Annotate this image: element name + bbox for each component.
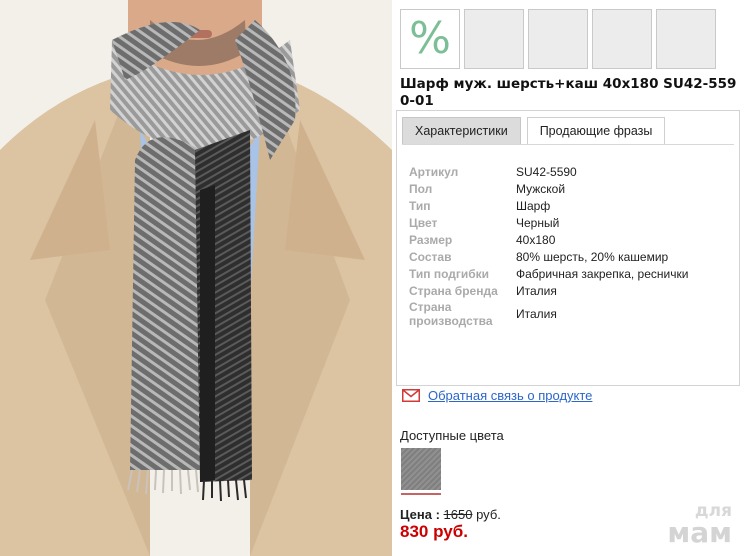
spec-label: Размер (409, 232, 453, 247)
product-photo[interactable] (0, 0, 392, 556)
thumbnail-3[interactable] (528, 9, 588, 69)
spec-value: Италия (516, 283, 557, 298)
watermark-logo: для мам (667, 501, 732, 549)
spec-value: Черный (516, 215, 560, 230)
spec-label: Состав (409, 249, 452, 264)
selected-swatch-underline (401, 493, 441, 495)
spec-row-composition: Состав 80% шерсть, 20% кашемир (409, 248, 733, 265)
spec-row-color: Цвет Черный (409, 214, 733, 231)
thumbnail-2[interactable] (464, 9, 524, 69)
spec-value: 40x180 (516, 232, 556, 247)
spec-label: Пол (409, 181, 433, 196)
tab-characteristics[interactable]: Характеристики (402, 117, 521, 145)
scarf-model-image (0, 0, 392, 556)
specs-table: Артикул SU42-5590 Пол Мужской Тип Шарф Ц… (409, 163, 733, 329)
spec-row-size: Размер 40x180 (409, 231, 733, 248)
thumbnail-4[interactable] (592, 9, 652, 69)
spec-label: Страна производства (409, 300, 493, 328)
spec-row-hem-type: Тип подгибки Фабричная закрепка, ресничк… (409, 265, 733, 282)
product-title: Шарф муж. шерсть+каш 40x180 SU42-5590-01 (400, 76, 737, 109)
spec-label: Артикул (409, 164, 459, 179)
spec-value: 80% шерсть, 20% кашемир (516, 249, 669, 264)
spec-value: Мужской (516, 181, 566, 196)
price-label: Цена : (400, 507, 440, 522)
spec-label: Цвет (409, 215, 438, 230)
spec-value: Италия (516, 307, 557, 321)
tab-divider (402, 144, 734, 145)
spec-label: Страна бренда (409, 283, 498, 298)
old-price-currency: руб. (476, 507, 501, 522)
mail-icon (402, 389, 420, 402)
watermark-bottom: мам (667, 516, 732, 549)
spec-label: Тип подгибки (409, 266, 490, 281)
color-swatch-grey[interactable] (401, 448, 441, 490)
thumbnail-percent[interactable]: % (400, 9, 460, 69)
spec-value: Шарф (516, 198, 551, 213)
percent-icon: % (409, 13, 451, 64)
spec-row-brand-country: Страна бренда Италия (409, 282, 733, 299)
spec-value: Фабричная закрепка, реснички (516, 266, 689, 281)
spec-row-production-country: Страна производства Италия (409, 300, 733, 328)
tab-selling-phrases[interactable]: Продающие фразы (526, 117, 666, 145)
spec-row-gender: Пол Мужской (409, 180, 733, 197)
available-colors-heading: Доступные цвета (400, 428, 504, 443)
tab-bar: Характеристики Продающие фразы (402, 117, 666, 145)
price-row: Цена : 1650 руб. (400, 507, 501, 522)
feedback-row: Обратная связь о продукте (402, 388, 592, 403)
watermark-top: для (694, 501, 732, 521)
feedback-link[interactable]: Обратная связь о продукте (428, 388, 592, 403)
specs-panel: Характеристики Продающие фразы Артикул S… (396, 110, 740, 386)
spec-row-type: Тип Шарф (409, 197, 733, 214)
thumbnail-5[interactable] (656, 9, 716, 69)
thumbnail-strip: % (400, 9, 716, 69)
spec-label: Тип (409, 198, 431, 213)
old-price: 1650 (443, 507, 473, 522)
spec-value: SU42-5590 (516, 164, 577, 179)
sale-price: 830 руб. (400, 522, 468, 541)
spec-row-article: Артикул SU42-5590 (409, 163, 733, 180)
